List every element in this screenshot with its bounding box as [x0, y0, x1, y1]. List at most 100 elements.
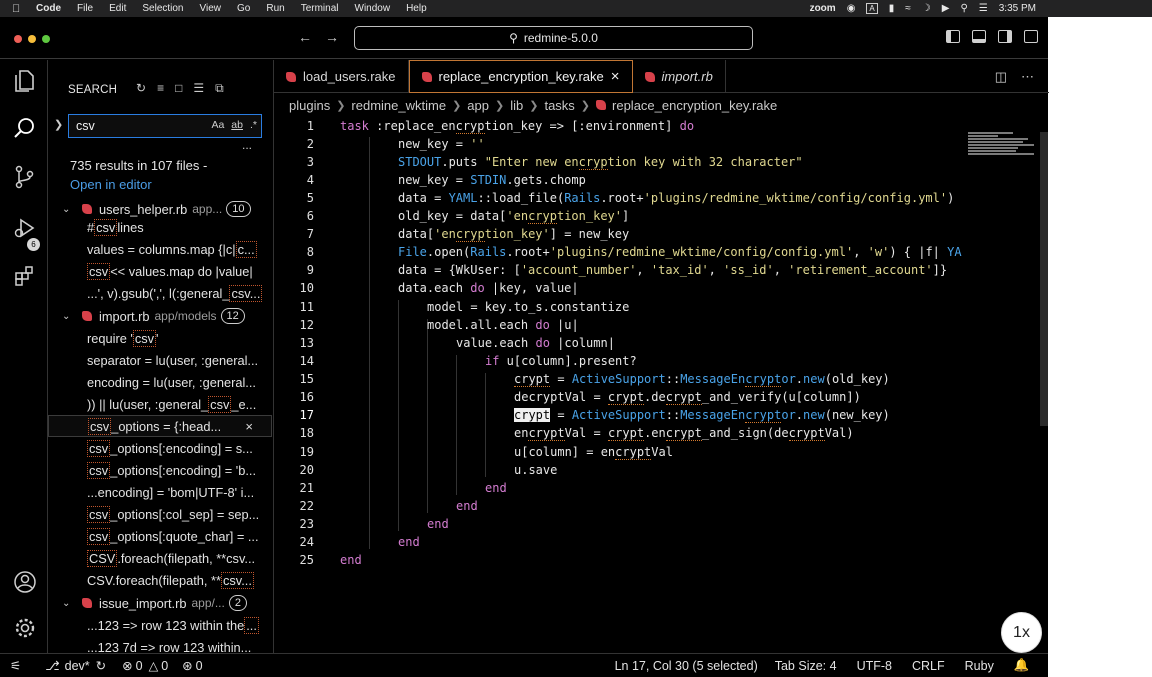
toggle-replace-chevron-icon[interactable]: ❯ [54, 118, 63, 131]
error-icon[interactable]: ⊗ [122, 658, 132, 673]
search-match[interactable]: encoding = lu(user, :general... [48, 371, 272, 393]
search-icon[interactable] [12, 115, 38, 141]
search-match[interactable]: csv _options[:col_sep] = sep... [48, 503, 272, 525]
wifi-icon[interactable]: ≈ [905, 3, 911, 14]
close-window-button[interactable] [14, 35, 22, 43]
notifications-bell-icon[interactable]: 🔔 [1014, 658, 1030, 673]
vertical-scrollbar[interactable] [1040, 132, 1048, 426]
tab-load-users[interactable]: load_users.rake [274, 60, 409, 93]
search-match[interactable]: ...123 => row 123 within the ... [48, 614, 272, 636]
toggle-primary-sidebar-icon[interactable] [946, 30, 960, 43]
toggle-secondary-sidebar-icon[interactable] [998, 30, 1012, 43]
sync-icon[interactable]: ↻ [96, 658, 106, 673]
clock[interactable]: 3:35 PM [999, 3, 1036, 14]
explorer-icon[interactable] [12, 68, 38, 94]
file-encoding[interactable]: UTF-8 [857, 659, 892, 673]
warning-icon[interactable]: △ [149, 658, 159, 673]
match-whole-word-toggle[interactable]: ab [231, 119, 243, 131]
result-file-import[interactable]: ⌄ import.rb app/models 12 [48, 305, 272, 327]
source-control-icon[interactable] [12, 164, 38, 190]
more-actions-icon[interactable]: ⋯ [1021, 69, 1034, 85]
checkmark-icon[interactable]: ◉ [847, 3, 856, 14]
breadcrumb-item[interactable]: redmine_wktime [351, 98, 446, 113]
menu-go[interactable]: Go [237, 3, 250, 14]
cursor-position[interactable]: Ln 17, Col 30 (5 selected) [615, 659, 758, 673]
back-arrow-icon[interactable]: ← [298, 29, 312, 45]
extensions-icon[interactable] [12, 263, 38, 289]
control-center-icon[interactable]: ☰ [979, 3, 988, 14]
search-input[interactable]: csv Aa ab .* [68, 114, 262, 138]
warning-count[interactable]: 0 [161, 659, 168, 673]
breadcrumb-item[interactable]: lib [510, 98, 523, 113]
toggle-search-details-icon[interactable]: ... [242, 138, 252, 152]
search-match[interactable]: values = columns.map {|c| c... [48, 238, 272, 260]
language-mode[interactable]: Ruby [965, 659, 994, 673]
error-count[interactable]: 0 [136, 659, 143, 673]
zoom-status-item[interactable]: zoom [810, 3, 836, 14]
spotlight-search-icon[interactable]: ⚲ [960, 3, 967, 14]
branch-name[interactable]: dev* [65, 659, 90, 673]
end-of-line[interactable]: CRLF [912, 659, 945, 673]
manage-gear-icon[interactable] [12, 615, 38, 641]
search-match[interactable]: csv _options[:encoding] = 'b... [48, 459, 272, 481]
search-match[interactable]: csv _options[:quote_char] = ... [48, 525, 272, 547]
close-tab-icon[interactable]: × [611, 68, 620, 85]
breadcrumb-item[interactable]: replace_encryption_key.rake [612, 98, 777, 113]
new-search-editor-icon[interactable]: □ [175, 81, 182, 96]
dismiss-match-icon[interactable]: × [245, 419, 253, 434]
breadcrumb-item[interactable]: plugins [289, 98, 330, 113]
menu-window[interactable]: Window [355, 3, 391, 14]
tab-replace-encryption-key[interactable]: replace_encryption_key.rake × [408, 60, 633, 93]
search-match[interactable]: CSV.foreach(filepath, **csv... [48, 569, 272, 591]
minimize-window-button[interactable] [28, 35, 36, 43]
run-debug-icon[interactable] [12, 215, 38, 241]
open-in-editor-link[interactable]: Open in editor [70, 177, 152, 192]
search-match[interactable]: separator = lu(user, :general... [48, 349, 272, 371]
search-match[interactable]: # csv lines [48, 216, 272, 238]
menu-help[interactable]: Help [406, 3, 427, 14]
zoom-level-badge[interactable]: 1x [1001, 612, 1042, 653]
menu-edit[interactable]: Edit [109, 3, 126, 14]
view-as-tree-icon[interactable]: ☰ [193, 81, 204, 96]
search-match-selected[interactable]: csv _options = {:head... × [48, 415, 272, 437]
menu-view[interactable]: View [200, 3, 222, 14]
toggle-panel-icon[interactable] [972, 30, 986, 43]
search-match[interactable]: csv _options[:encoding] = s... [48, 437, 272, 459]
match-case-toggle[interactable]: Aa [211, 119, 224, 131]
tab-import[interactable]: import.rb [633, 60, 726, 93]
menu-app[interactable]: Code [36, 3, 61, 14]
customize-layout-icon[interactable] [1024, 30, 1038, 43]
breadcrumb-item[interactable]: app [467, 98, 489, 113]
menu-selection[interactable]: Selection [142, 3, 183, 14]
command-center-search[interactable]: ⚲ redmine-5.0.0 [354, 26, 753, 50]
remote-icon[interactable]: ⚟ [10, 658, 21, 673]
refresh-icon[interactable]: ↻ [136, 81, 146, 96]
result-file-issue-import[interactable]: ⌄ issue_import.rb app/... 2 [48, 592, 272, 614]
menu-file[interactable]: File [77, 3, 93, 14]
branch-icon[interactable]: ⎇ [45, 658, 59, 673]
apple-icon[interactable]:  [12, 3, 24, 15]
code-editor[interactable]: 1 2 3 4 5 6 7 8 9 10 11 12 13 14 15 16 1… [274, 115, 1049, 643]
zoom-window-button[interactable] [42, 35, 50, 43]
breadcrumb-item[interactable]: tasks [544, 98, 574, 113]
search-match[interactable]: )) || lu(user, :general_ csv _e... [48, 393, 272, 415]
play-circle-icon[interactable]: ▶ [942, 3, 950, 14]
split-editor-icon[interactable]: ◫ [995, 69, 1007, 85]
text-input-icon[interactable]: A [866, 3, 878, 14]
use-regex-toggle[interactable]: .* [250, 119, 257, 131]
moon-icon[interactable]: ☽ [922, 3, 931, 14]
menu-run[interactable]: Run [266, 3, 284, 14]
accounts-icon[interactable] [12, 569, 38, 595]
ports-icon[interactable]: ⊛ [182, 658, 192, 673]
search-match[interactable]: CSV.foreach(filepath, **csv... [48, 547, 272, 569]
menu-terminal[interactable]: Terminal [301, 3, 339, 14]
search-match[interactable]: ...', v).gsub(',', l(:general_ csv... [48, 282, 272, 304]
clear-results-icon[interactable]: ≡ [157, 81, 164, 96]
tab-size[interactable]: Tab Size: 4 [775, 659, 837, 673]
forward-arrow-icon[interactable]: → [325, 29, 339, 45]
search-match[interactable]: ...encoding] = 'bom|UTF-8' i... [48, 481, 272, 503]
search-match[interactable]: require ' csv ' [48, 327, 272, 349]
collapse-all-icon[interactable]: ⧉ [215, 81, 224, 96]
search-match[interactable]: csv << values.map do |value| [48, 260, 272, 282]
battery-icon[interactable]: ▮ [889, 3, 895, 14]
